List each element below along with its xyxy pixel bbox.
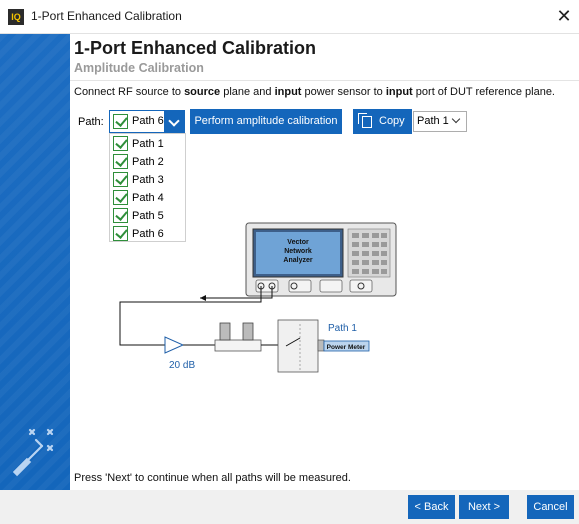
chevron-down-icon[interactable] bbox=[164, 111, 184, 132]
app-icon: IQ bbox=[8, 9, 24, 25]
close-icon[interactable]: ✕ bbox=[552, 4, 576, 28]
copy-icon bbox=[358, 113, 372, 128]
instruction-bold: input bbox=[385, 86, 413, 98]
instruction-bold: input bbox=[274, 86, 302, 98]
vna-label-line3: Analyzer bbox=[283, 257, 312, 264]
check-icon bbox=[113, 114, 128, 129]
title-bar: IQ 1-Port Enhanced Calibration ✕ bbox=[0, 0, 579, 34]
magic-wand-icon bbox=[12, 428, 54, 477]
chevron-down-icon bbox=[451, 114, 461, 124]
path-combobox[interactable]: Path 6 bbox=[109, 110, 185, 133]
back-button[interactable]: < Back bbox=[408, 495, 455, 519]
window-title: 1-Port Enhanced Calibration bbox=[31, 9, 182, 23]
copy-target-value: Path 1 bbox=[417, 115, 449, 127]
path-option[interactable]: Path 1 bbox=[110, 135, 185, 153]
power-meter-label: Power Meter bbox=[327, 344, 366, 351]
wizard-sidebar bbox=[0, 34, 70, 490]
path-label: Path: bbox=[78, 116, 104, 128]
power-splitter bbox=[214, 339, 262, 352]
copy-button-label: Copy bbox=[379, 115, 405, 127]
instruction-part: power sensor to bbox=[301, 86, 386, 98]
check-icon[interactable] bbox=[113, 190, 128, 205]
next-button[interactable]: Next > bbox=[459, 495, 509, 519]
arrow-icon bbox=[200, 295, 206, 301]
vna-label-line2: Network bbox=[284, 248, 312, 255]
page-title: 1-Port Enhanced Calibration bbox=[74, 38, 317, 58]
cancel-button[interactable]: Cancel bbox=[527, 495, 574, 519]
path-option-label: Path 1 bbox=[132, 138, 164, 150]
instruction-text: Connect RF source to source plane and in… bbox=[74, 86, 555, 98]
path-option[interactable]: Path 4 bbox=[110, 189, 185, 207]
perform-amplitude-calibration-button[interactable]: Perform amplitude calibration bbox=[190, 109, 342, 134]
connection-diagram: Vector Network Analyzer 20 dB Path 1 Pow… bbox=[119, 222, 397, 373]
instruction-bold: source bbox=[184, 86, 221, 98]
instruction-part: Connect RF source to bbox=[74, 86, 185, 98]
path-option[interactable]: Path 2 bbox=[110, 153, 185, 171]
path-1-label: Path 1 bbox=[328, 323, 357, 334]
copy-target-select[interactable]: Path 1 bbox=[413, 111, 467, 132]
path-selected-value: Path 6 bbox=[132, 115, 164, 127]
check-icon[interactable] bbox=[113, 172, 128, 187]
path-option-label: Path 3 bbox=[132, 174, 164, 186]
header-divider bbox=[70, 80, 579, 81]
switch-box bbox=[277, 319, 319, 373]
path-option-label: Path 4 bbox=[132, 192, 164, 204]
path-option-label: Path 2 bbox=[132, 156, 164, 168]
instruction-part: port of DUT reference plane. bbox=[412, 86, 555, 98]
page-subtitle: Amplitude Calibration bbox=[74, 61, 204, 75]
path-option[interactable]: Path 3 bbox=[110, 171, 185, 189]
copy-button[interactable]: Copy bbox=[353, 109, 412, 134]
instruction-part: plane and bbox=[220, 86, 275, 98]
footer-note: Press 'Next' to continue when all paths … bbox=[74, 472, 351, 484]
vna-port-3 bbox=[319, 279, 343, 293]
attenuator-label: 20 dB bbox=[169, 360, 195, 371]
attenuator-icon bbox=[164, 336, 185, 354]
vna-port-2 bbox=[288, 279, 312, 293]
check-icon[interactable] bbox=[113, 136, 128, 151]
vna-port-4 bbox=[349, 279, 373, 293]
vna-label-line1: Vector bbox=[287, 239, 309, 246]
sidebar-pattern bbox=[0, 34, 70, 490]
check-icon[interactable] bbox=[113, 154, 128, 169]
